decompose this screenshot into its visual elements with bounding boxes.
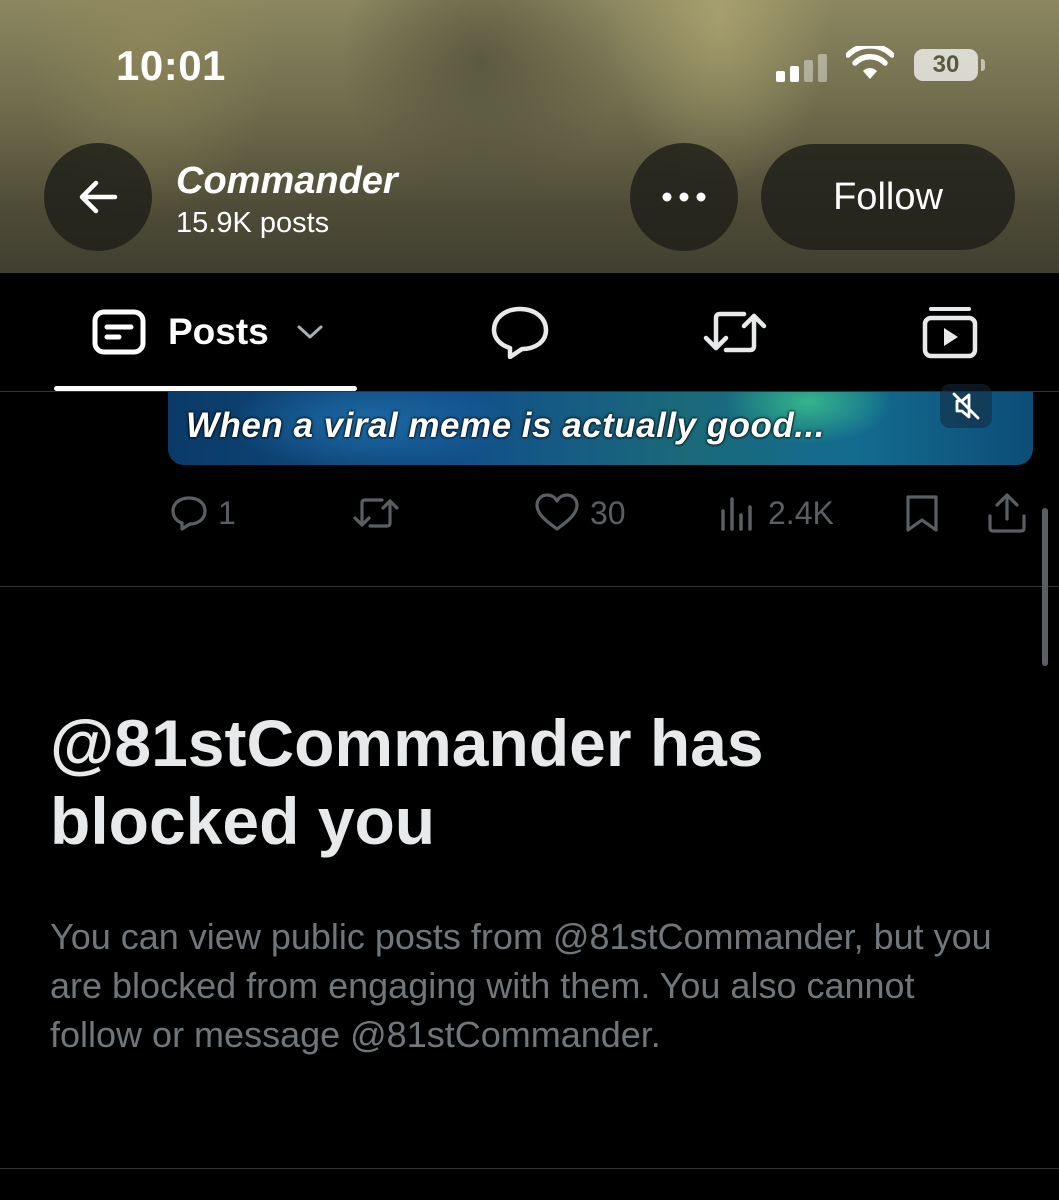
post-divider — [0, 586, 1059, 587]
mute-button[interactable] — [940, 384, 992, 428]
media-caption: When a viral meme is actually good... — [186, 406, 825, 445]
post-actions: 1 30 2.4K — [0, 486, 1059, 540]
like-count: 30 — [590, 494, 626, 531]
reply-icon — [171, 496, 207, 531]
status-bar: 10:01 30 — [0, 0, 1059, 130]
post-media[interactable]: When a viral meme is actually good... — [168, 392, 1033, 465]
scrollbar[interactable] — [1042, 508, 1048, 666]
tab-posts-label: Posts — [168, 311, 269, 352]
tab-posts[interactable]: Posts — [54, 273, 357, 391]
more-icon — [662, 192, 706, 202]
like-button[interactable]: 30 — [534, 486, 626, 540]
share-button[interactable] — [986, 486, 1028, 540]
blocked-title: @81stCommander has blocked you — [50, 706, 764, 858]
bookmark-icon — [906, 495, 938, 532]
profile-post-count: 15.9K posts — [176, 207, 330, 239]
bookmark-button[interactable] — [904, 486, 940, 540]
reposts-icon — [703, 311, 767, 353]
views-button[interactable]: 2.4K — [718, 486, 834, 540]
battery-icon: 30 — [914, 49, 978, 81]
wifi-icon — [846, 46, 894, 79]
reply-count: 1 — [218, 494, 236, 531]
chevron-down-icon[interactable] — [295, 322, 325, 342]
tab-reposts[interactable] — [700, 273, 770, 391]
views-icon — [721, 497, 752, 531]
signal-icon — [776, 54, 828, 82]
blocked-description: You can view public posts from @81stComm… — [50, 916, 992, 1055]
replies-icon — [491, 306, 549, 359]
mute-icon — [952, 392, 980, 420]
profile-name: Commander — [176, 160, 398, 202]
tab-media[interactable] — [918, 273, 982, 391]
media-icon — [922, 307, 978, 359]
status-time: 10:01 — [116, 42, 226, 89]
repost-icon — [353, 498, 399, 528]
view-count: 2.4K — [768, 494, 834, 531]
profile-tabs: Posts — [0, 273, 1059, 391]
share-icon — [988, 493, 1026, 533]
follow-button[interactable]: Follow — [761, 144, 1015, 250]
more-button[interactable] — [630, 143, 738, 251]
repost-button[interactable] — [352, 486, 400, 540]
posts-icon — [92, 309, 146, 355]
tab-replies[interactable] — [486, 273, 554, 391]
reply-button[interactable]: 1 — [170, 486, 236, 540]
profile-header: 10:01 30 Commander 15.9K posts Follow — [0, 0, 1059, 273]
battery-level: 30 — [932, 51, 960, 78]
back-arrow-icon — [79, 180, 118, 214]
bottom-divider — [0, 1168, 1059, 1169]
like-icon — [535, 493, 579, 531]
battery-tip — [981, 59, 985, 71]
back-button[interactable] — [44, 143, 152, 251]
